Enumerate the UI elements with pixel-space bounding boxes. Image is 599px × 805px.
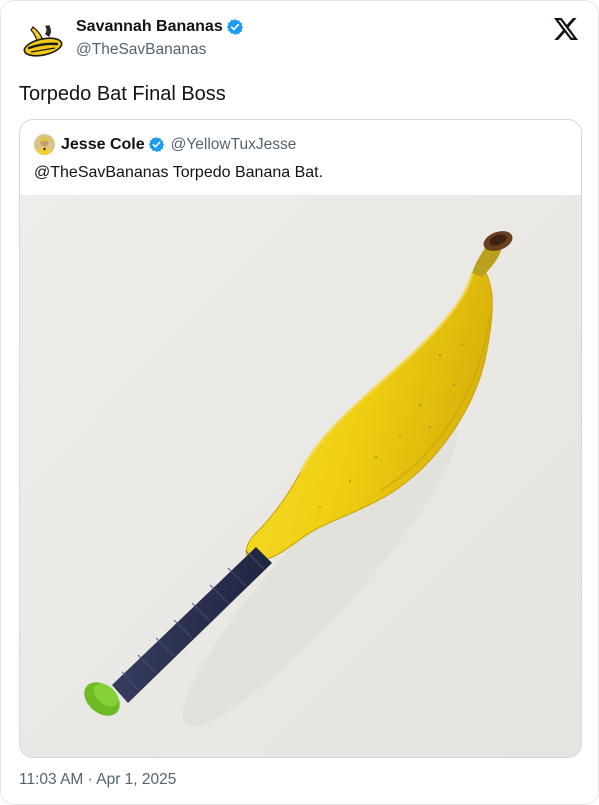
author-avatar[interactable] <box>19 17 67 65</box>
quoted-tweet-header: Jesse Cole @YellowTuxJesse <box>34 134 296 155</box>
author-display-name[interactable]: Savannah Bananas <box>76 17 223 37</box>
verified-badge-icon <box>226 19 243 35</box>
tweet-timestamp[interactable]: 11:03 AM · Apr 1, 2025 <box>19 770 176 790</box>
quoted-tweet-media[interactable] <box>20 195 581 757</box>
tweet-card: Savannah Bananas @TheSavBananas Torpedo … <box>0 0 599 805</box>
author-names: Savannah Bananas @TheSavBananas <box>76 17 244 61</box>
quoted-tweet-text: @TheSavBananas Torpedo Banana Bat. <box>34 164 324 181</box>
jesse-cole-avatar-icon <box>34 134 55 155</box>
savannah-bananas-logo-icon <box>19 17 67 65</box>
tweet-text: Torpedo Bat Final Boss <box>19 83 226 105</box>
quoted-author-display-name[interactable]: Jesse Cole <box>61 135 145 155</box>
verified-badge-icon <box>148 137 164 152</box>
quoted-author-handle[interactable]: @YellowTuxJesse <box>171 135 297 155</box>
tweet-author[interactable]: Savannah Bananas @TheSavBananas <box>19 17 244 65</box>
quoted-author-avatar[interactable] <box>34 134 55 155</box>
quoted-tweet[interactable]: Jesse Cole @YellowTuxJesse @TheSavBanana… <box>19 119 582 758</box>
banana-bat-image <box>20 195 581 757</box>
author-name-row: Savannah Bananas <box>76 17 244 37</box>
author-handle[interactable]: @TheSavBananas <box>76 39 244 61</box>
x-logo-icon[interactable] <box>554 18 578 40</box>
